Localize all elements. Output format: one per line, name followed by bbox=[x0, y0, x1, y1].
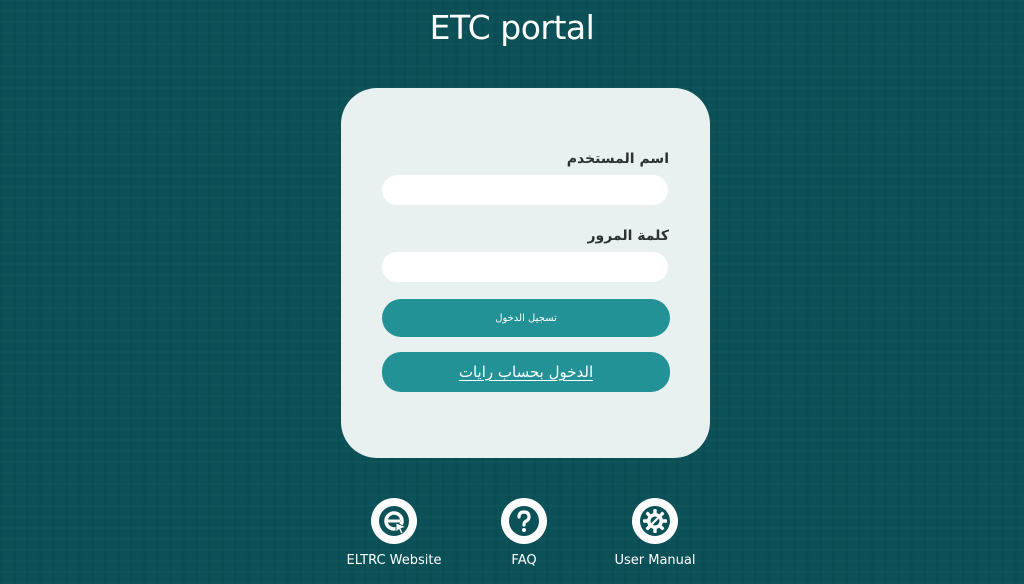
login-button[interactable]: تسجيل الدخول bbox=[382, 299, 670, 337]
username-label: اسم المستخدم bbox=[566, 151, 669, 167]
question-mark-icon bbox=[501, 498, 547, 544]
eltrc-logo-icon bbox=[371, 498, 417, 544]
eltrc-website-link[interactable]: ELTRC Website bbox=[329, 498, 459, 568]
page-title: ETC portal bbox=[429, 8, 595, 47]
login-card: اسم المستخدم كلمة المرور تسجيل الدخول ال… bbox=[341, 88, 710, 458]
eltrc-website-label: ELTRC Website bbox=[346, 553, 442, 568]
rayat-login-button[interactable]: الدخول بحساب رايات bbox=[382, 352, 670, 392]
username-input[interactable] bbox=[382, 175, 668, 205]
faq-link[interactable]: FAQ bbox=[459, 498, 589, 568]
faq-label: FAQ bbox=[511, 553, 537, 568]
gear-wrench-icon bbox=[632, 498, 678, 544]
user-manual-link[interactable]: User Manual bbox=[590, 498, 720, 568]
password-label: كلمة المرور bbox=[587, 228, 669, 244]
password-input[interactable] bbox=[382, 252, 668, 282]
user-manual-label: User Manual bbox=[614, 553, 696, 568]
